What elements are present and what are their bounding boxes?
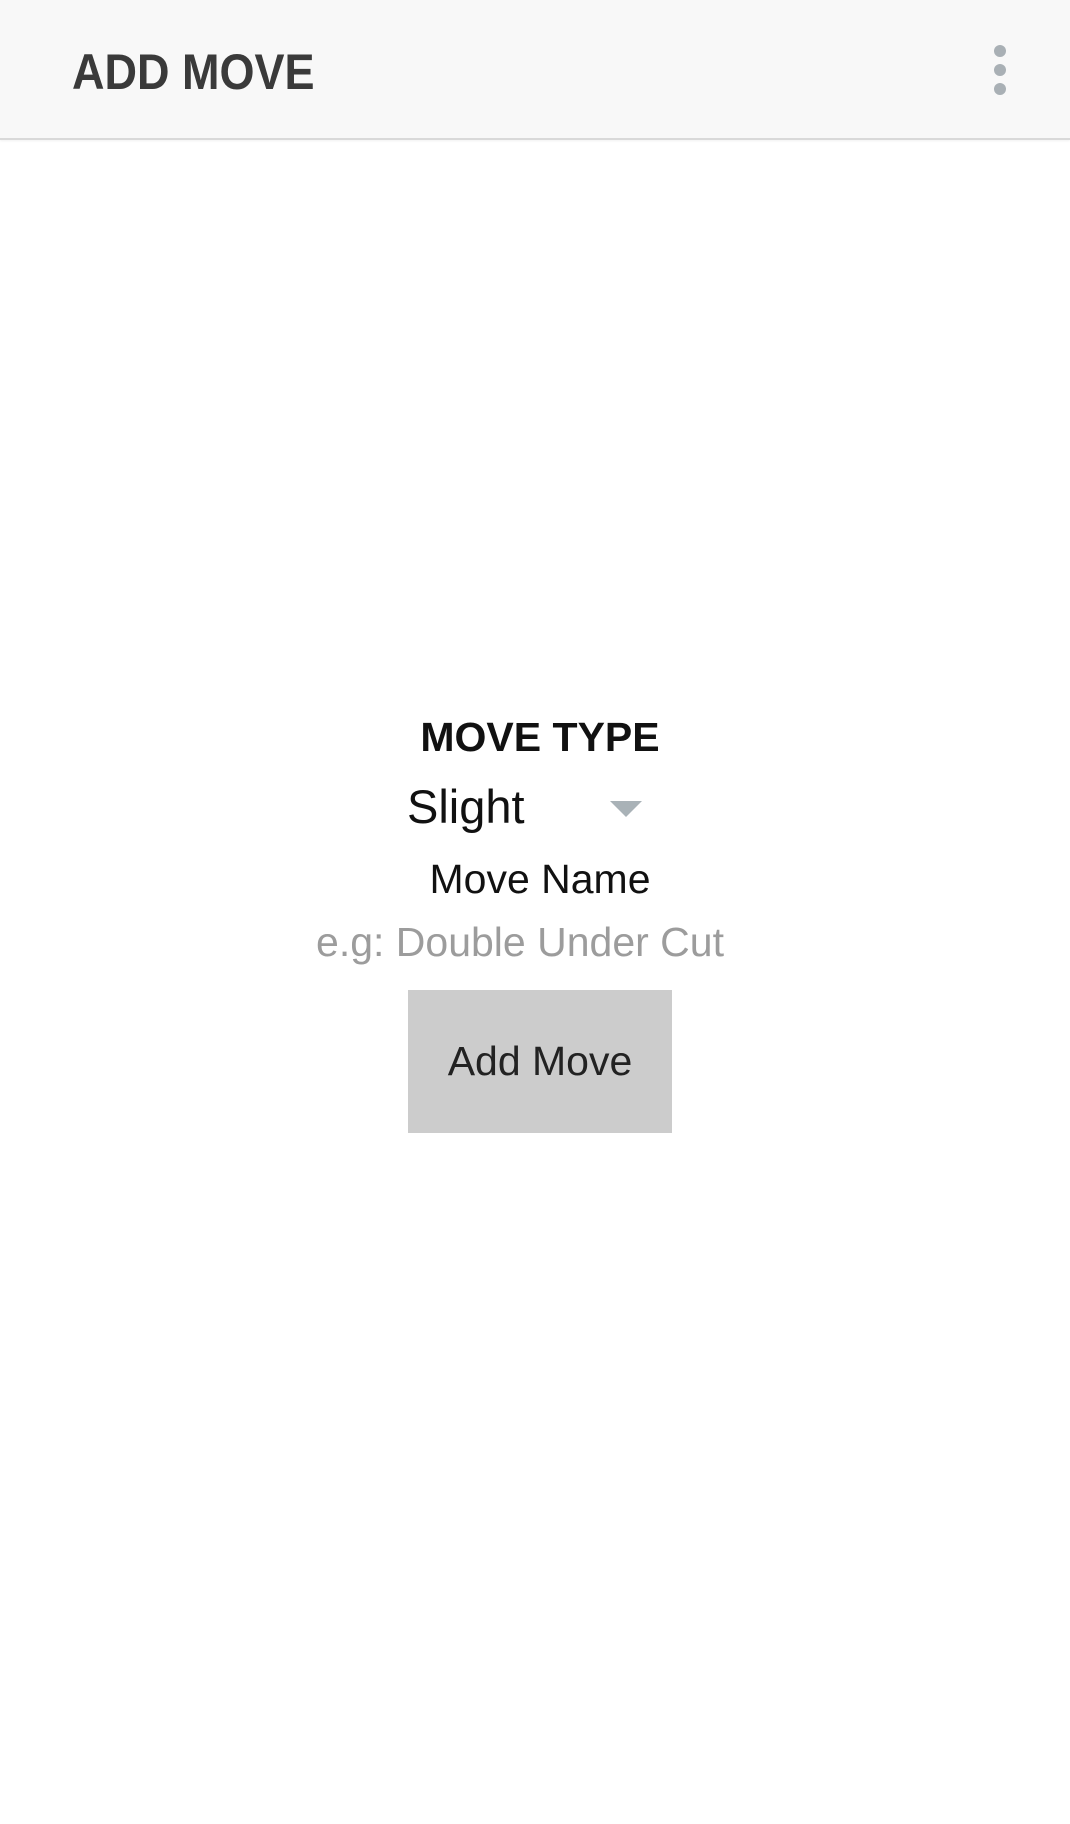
form-content: MOVE TYPE Slight Move Name Add Move bbox=[0, 0, 1070, 1824]
move-name-label: Move Name bbox=[429, 856, 651, 902]
move-type-spinner[interactable]: Slight bbox=[400, 775, 650, 841]
add-move-screen: ADD MOVE MOVE TYPE Slight Move Name Add … bbox=[0, 0, 1070, 1824]
add-move-button[interactable]: Add Move bbox=[408, 990, 672, 1133]
move-type-selected-value: Slight bbox=[407, 780, 525, 833]
dropdown-arrow-icon bbox=[610, 801, 642, 817]
move-type-label: MOVE TYPE bbox=[420, 714, 660, 760]
move-name-input[interactable] bbox=[300, 912, 740, 972]
